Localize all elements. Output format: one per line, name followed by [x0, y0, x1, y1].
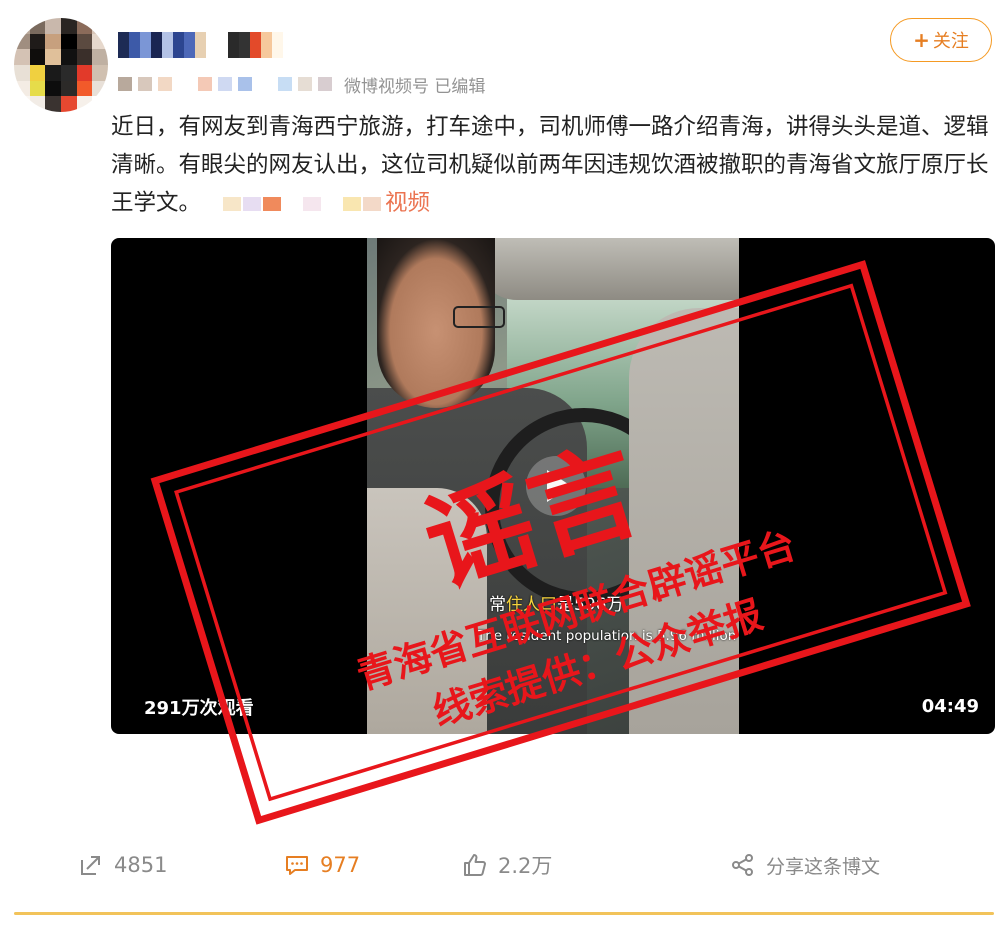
- repost-count: 4851: [114, 853, 168, 877]
- subtitle-cn: 常住人口是596万: [489, 595, 624, 615]
- post-text: 近日，有网友到青海西宁旅游，打车途中，司机师傅一路介绍青海，讲得头头是道、逻辑清…: [111, 108, 995, 222]
- blurred-link-prefix: [223, 196, 383, 211]
- like-icon: [464, 854, 486, 876]
- video-player[interactable]: 常住人口是596万 The resident population is 5.9…: [111, 238, 995, 734]
- follow-button[interactable]: + 关注: [890, 18, 992, 62]
- share-label: 分享这条博文: [766, 855, 881, 878]
- comment-count: 977: [320, 853, 361, 877]
- repost-icon: [81, 856, 100, 875]
- driver-glasses: [453, 306, 505, 328]
- subtitle-en: The resident population is 5.96 million: [477, 628, 737, 644]
- share-button[interactable]: 分享这条博文: [730, 842, 880, 888]
- avatar[interactable]: [14, 18, 108, 112]
- video-link[interactable]: 视频: [385, 190, 430, 216]
- bottom-divider: [14, 912, 994, 915]
- like-button[interactable]: 2.2万: [462, 842, 552, 888]
- seat-right: [629, 308, 739, 734]
- video-duration: 04:49: [921, 696, 979, 717]
- car-roof: [477, 238, 739, 300]
- follow-label: 关注: [932, 31, 969, 52]
- post-meta: 微博视频号 已编辑: [118, 70, 485, 98]
- repost-button[interactable]: 4851: [78, 842, 167, 888]
- post-source: 微博视频号 已编辑: [344, 76, 486, 97]
- username[interactable]: [118, 32, 283, 58]
- view-count: 291万次观看: [144, 698, 254, 719]
- comment-icon: [286, 856, 308, 875]
- like-count: 2.2万: [498, 854, 553, 878]
- seat-left: [367, 488, 487, 734]
- comment-button[interactable]: 977: [284, 842, 360, 888]
- plus-icon: +: [913, 28, 930, 52]
- action-bar: 4851 977 2.2万 分享这条博文: [0, 842, 1008, 888]
- share-icon: [732, 854, 753, 876]
- blurred-timestamp: [118, 77, 338, 91]
- play-icon[interactable]: [526, 456, 586, 516]
